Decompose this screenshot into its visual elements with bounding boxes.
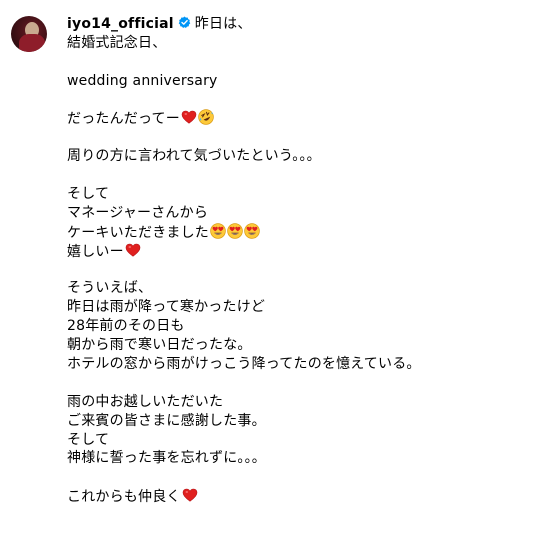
heart-eyes-face-icon [210,223,226,239]
caption-line-8 [67,166,537,185]
caption-line-6 [67,128,537,147]
heart-eyes-face-icon [244,223,260,239]
heart-eyes-face-icon [227,223,243,239]
caption-text: iyo14_official 昨日は、 結婚式記念日、 wedding anniv… [67,15,537,506]
caption-line-13 [67,261,537,280]
caption-line-14: そういえば、 [67,280,153,297]
caption-line-15: 昨日は雨が降って寒かったけど [67,299,266,316]
caption-line-11: ケーキいただきました [67,223,537,242]
caption-line-4 [67,91,537,110]
avatar[interactable] [11,16,47,52]
caption-line-text: 昨日は、 [194,16,252,32]
caption-line-24 [67,468,537,487]
caption-line-21: ご来賓の皆さまに感謝した事。 [67,412,266,429]
caption-line-1: 結婚式記念日、 [67,34,167,51]
rolling-laughing-face-icon [198,109,214,125]
caption-line-text: 嬉しいー [67,243,124,260]
caption-line-22: そして [67,431,110,448]
caption-line-9: そして [67,186,110,203]
caption-line-2 [67,53,537,72]
caption-line-text: だったんだってー [67,111,180,128]
red-heart-icon [125,242,141,258]
caption-line-10: マネージャーさんから [67,204,209,221]
caption-line-7: 周りの方に言われて気づいたという。。。 [67,148,321,165]
caption-line-23: 神様に誓った事を忘れずに。。。 [67,450,266,467]
caption-line-12: 嬉しいー [67,242,537,261]
instagram-post-caption: iyo14_official 昨日は、 結婚式記念日、 wedding anniv… [0,0,544,547]
caption-line-18: ホテルの窓から雨がけっこう降ってたのを憶えている。 [67,356,421,373]
username-link[interactable]: iyo14_official [67,16,174,32]
caption-line-17: 朝から雨で寒い日だったな。 [67,337,252,354]
caption-line-3: wedding anniversary [67,72,218,89]
caption-line-19 [67,374,537,393]
verified-badge-icon [178,16,191,28]
caption-line-20: 雨の中お越しいただいた [67,393,224,410]
caption-line-16: 28年前のその日も [67,318,185,335]
red-heart-icon [182,487,198,503]
caption-line-text: ケーキいただきました [67,224,209,241]
caption-line-text: これからも仲良く [67,489,181,506]
red-heart-icon [181,109,197,125]
caption-line-5: だったんだってー [67,109,537,128]
caption-line-25: これからも仲良く [67,487,537,506]
caption-line-0: iyo14_official 昨日は、 [67,15,537,34]
